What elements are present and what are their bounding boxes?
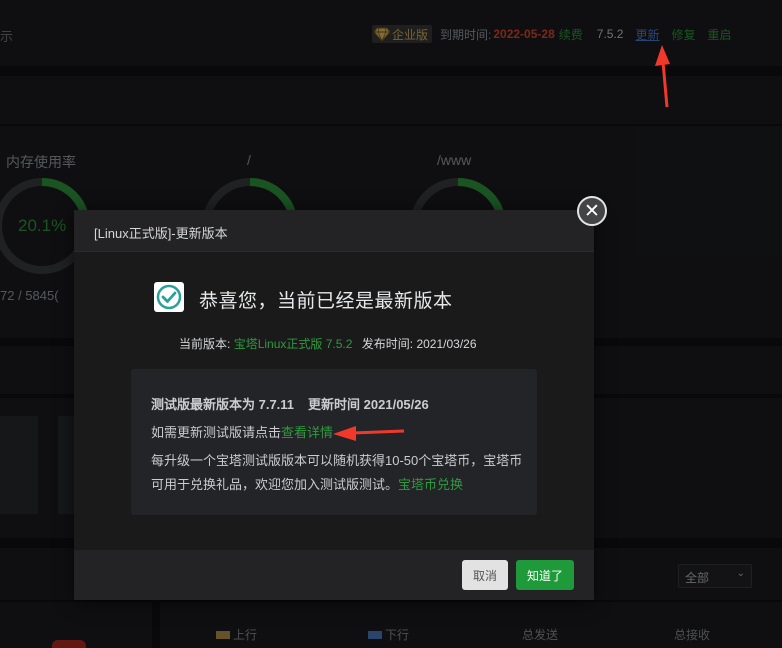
update-dialog: [Linux正式版]-更新版本 恭喜您，当前已经是最新版本 当前版本: 宝塔Li… [74,210,594,600]
close-icon[interactable]: ✕ [577,196,607,226]
current-version-line: 当前版本: 宝塔Linux正式版 7.5.2 发布时间: 2021/03/26 [179,335,477,352]
cancel-button[interactable]: 取消 [462,560,508,590]
beta-update-line: 如需更新测试版请点击查看详情 [151,422,333,441]
beta-update-time: 更新时间 2021/05/26 [308,397,429,412]
got-it-button[interactable]: 知道了 [516,560,574,590]
view-details-link[interactable]: 查看详情 [281,425,333,440]
beta-version-line: 测试版最新版本为 7.7.11 更新时间 2021/05/26 [151,394,429,413]
coin-exchange-link[interactable]: 宝塔币兑换 [398,477,463,492]
current-version-value: 宝塔Linux正式版 7.5.2 [233,337,353,351]
beta-description: 每升级一个宝塔测试版版本可以随机获得10-50个宝塔币，宝塔币可用于兑换礼品，欢… [151,449,523,497]
success-message: 恭喜您，当前已经是最新版本 [199,291,453,312]
release-time-label: 发布时间: [361,337,414,351]
current-version-label: 当前版本: [179,337,231,351]
beta-update-prefix: 如需更新测试版请点击 [151,425,282,440]
beta-info-box: 测试版最新版本为 7.7.11 更新时间 2021/05/26 如需更新测试版请点… [131,369,537,515]
beta-version-text: 测试版最新版本为 7.7.11 [151,397,295,412]
release-time-value: 2021/03/26 [416,337,477,351]
check-icon [154,282,184,312]
dialog-title: [Linux正式版]-更新版本 [94,226,228,241]
dialog-header: [Linux正式版]-更新版本 [74,210,594,252]
dialog-footer: 取消 知道了 [74,550,594,600]
beta-description-text: 每升级一个宝塔测试版版本可以随机获得10-50个宝塔币，宝塔币可用于兑换礼品，欢… [151,453,523,492]
